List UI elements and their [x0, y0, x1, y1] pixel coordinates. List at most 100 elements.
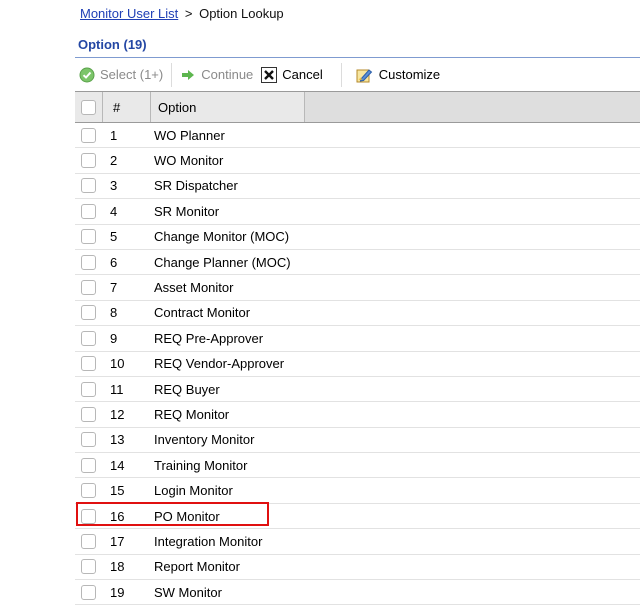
table-row[interactable]: 17 Integration Monitor	[75, 529, 640, 555]
row-checkbox[interactable]	[81, 356, 96, 372]
select-all-checkbox[interactable]	[81, 99, 96, 115]
table-row[interactable]: 16 PO Monitor	[75, 504, 640, 530]
header-filler	[305, 92, 640, 122]
table-row[interactable]: 11 REQ Buyer	[75, 377, 640, 403]
grid-body: 1 WO Planner 2 WO Monitor 3 SR Dispatcher 4 SR …	[75, 123, 640, 605]
row-option[interactable]: Change Planner (MOC)	[150, 255, 291, 270]
table-row[interactable]: 15 Login Monitor	[75, 478, 640, 504]
row-checkbox[interactable]	[81, 457, 96, 473]
table-row[interactable]: 1 WO Planner	[75, 123, 640, 149]
select-all-cell	[75, 92, 103, 122]
row-number: 4	[110, 203, 118, 219]
table-row[interactable]: 12 REQ Monitor	[75, 402, 640, 428]
row-checkbox-cell	[75, 533, 102, 549]
row-option[interactable]: SR Monitor	[150, 204, 219, 219]
row-number: 15	[110, 483, 125, 499]
row-number: 5	[110, 229, 118, 245]
row-checkbox[interactable]	[81, 508, 96, 524]
row-checkbox[interactable]	[81, 330, 96, 346]
row-checkbox-cell	[75, 305, 102, 321]
row-checkbox[interactable]	[81, 432, 96, 448]
table-row[interactable]: 2 WO Monitor	[75, 148, 640, 174]
row-checkbox[interactable]	[81, 559, 96, 575]
row-option[interactable]: Report Monitor	[150, 559, 240, 574]
row-checkbox-cell	[75, 406, 102, 422]
row-checkbox[interactable]	[81, 381, 96, 397]
row-number: 6	[110, 254, 118, 270]
table-row[interactable]: 5 Change Monitor (MOC)	[75, 225, 640, 250]
row-number: 8	[110, 305, 118, 321]
row-option[interactable]: REQ Buyer	[150, 382, 220, 397]
table-row[interactable]: 9 REQ Pre-Approver	[75, 326, 640, 352]
row-checkbox-cell	[75, 356, 102, 372]
select-button-label: Select (1+)	[100, 67, 164, 82]
table-row[interactable]: 8 Contract Monitor	[75, 301, 640, 327]
row-checkbox-cell	[75, 153, 102, 169]
column-header-number[interactable]: #	[103, 92, 151, 122]
table-row[interactable]: 10 REQ Vendor-Approver	[75, 352, 640, 377]
table-row[interactable]: 4 SR Monitor	[75, 199, 640, 225]
row-option[interactable]: Change Monitor (MOC)	[150, 229, 289, 244]
row-option[interactable]: REQ Pre-Approver	[150, 331, 263, 346]
grid-header: # Option	[75, 91, 640, 123]
row-checkbox[interactable]	[81, 203, 96, 219]
customize-button[interactable]: Customize	[352, 63, 444, 87]
row-number: 19	[110, 584, 125, 600]
row-option[interactable]: Contract Monitor	[150, 305, 250, 320]
toolbar-divider	[171, 62, 173, 87]
checkmark-circle-icon	[79, 67, 95, 83]
row-checkbox-cell	[75, 203, 102, 219]
row-option[interactable]: Inventory Monitor	[150, 432, 254, 447]
table-row[interactable]: 19 SW Monitor	[75, 580, 640, 605]
close-box-icon	[261, 66, 278, 83]
continue-button[interactable]: Continue	[176, 63, 257, 87]
row-option[interactable]: Training Monitor	[150, 458, 247, 473]
cancel-button[interactable]: Cancel	[257, 63, 326, 87]
table-row[interactable]: 3 SR Dispatcher	[75, 174, 640, 200]
row-checkbox-cell	[75, 178, 102, 194]
row-checkbox[interactable]	[81, 406, 96, 422]
row-number: 17	[110, 533, 125, 549]
row-checkbox[interactable]	[81, 229, 96, 245]
option-grid: # Option 1 WO Planner 2 WO Monitor 3 SR Dispa…	[75, 91, 640, 605]
row-number: 3	[110, 178, 118, 194]
row-checkbox-cell	[75, 330, 102, 346]
row-option[interactable]: Integration Monitor	[150, 534, 262, 549]
row-checkbox[interactable]	[81, 178, 96, 194]
row-number: 10	[110, 356, 125, 372]
row-checkbox[interactable]	[81, 584, 96, 600]
breadcrumb-link-monitor-user-list[interactable]: Monitor User List	[80, 6, 178, 21]
row-option[interactable]: SR Dispatcher	[150, 178, 238, 193]
column-header-option[interactable]: Option	[151, 92, 305, 122]
row-option[interactable]: PO Monitor	[150, 509, 220, 524]
row-checkbox[interactable]	[81, 153, 96, 169]
title-divider	[75, 57, 640, 58]
row-checkbox[interactable]	[81, 305, 96, 321]
row-option[interactable]: Login Monitor	[150, 483, 233, 498]
row-checkbox-cell	[75, 508, 102, 524]
row-checkbox[interactable]	[81, 280, 96, 296]
cancel-button-label: Cancel	[282, 67, 323, 82]
row-option[interactable]: Asset Monitor	[150, 280, 233, 295]
row-option[interactable]: REQ Vendor-Approver	[150, 356, 284, 371]
row-checkbox[interactable]	[81, 254, 96, 270]
table-row[interactable]: 14 Training Monitor	[75, 453, 640, 479]
table-row[interactable]: 13 Inventory Monitor	[75, 428, 640, 454]
row-option[interactable]: REQ Monitor	[150, 407, 229, 422]
row-option[interactable]: WO Planner	[150, 128, 225, 143]
row-checkbox[interactable]	[81, 483, 96, 499]
row-checkbox[interactable]	[81, 533, 96, 549]
row-number: 18	[110, 559, 125, 575]
row-option[interactable]: SW Monitor	[150, 585, 222, 600]
table-row[interactable]: 18 Report Monitor	[75, 555, 640, 581]
row-number: 16	[110, 508, 125, 524]
table-row[interactable]: 7 Asset Monitor	[75, 275, 640, 301]
select-button[interactable]: Select (1+)	[75, 63, 167, 87]
row-option[interactable]: WO Monitor	[150, 153, 223, 168]
table-row[interactable]: 6 Change Planner (MOC)	[75, 250, 640, 276]
row-checkbox[interactable]	[81, 127, 96, 143]
row-checkbox-cell	[75, 483, 102, 499]
row-checkbox-cell	[75, 381, 102, 397]
row-checkbox-cell	[75, 584, 102, 600]
breadcrumb-separator: >	[184, 6, 193, 21]
